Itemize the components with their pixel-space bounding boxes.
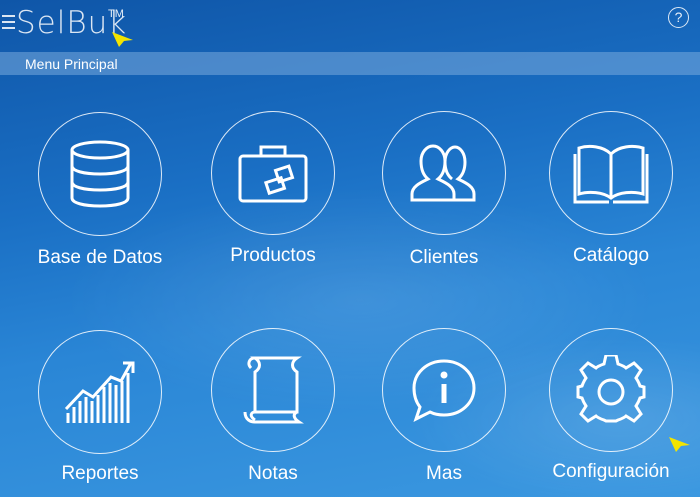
menu-tile-mas[interactable]: Mas (379, 328, 509, 484)
tile-circle[interactable] (38, 330, 162, 454)
tile-circle[interactable] (211, 328, 335, 452)
briefcase-icon (238, 145, 308, 203)
users-icon (410, 144, 476, 202)
menu-tile-label: Productos (230, 245, 316, 266)
scroll-icon (243, 356, 304, 424)
help-button[interactable]: ? (668, 7, 689, 28)
book-icon (573, 144, 649, 204)
menu-tile-label: Notas (248, 463, 298, 484)
menu-tile-label: Mas (426, 463, 462, 484)
gear-icon (576, 355, 646, 423)
menu-tile-base-de-datos[interactable]: Base de Datos (35, 112, 165, 268)
menu-tile-label: Catálogo (572, 245, 650, 266)
info-speech-icon (412, 359, 476, 422)
menu-tile-productos[interactable]: Productos (208, 111, 338, 266)
tile-circle[interactable] (382, 328, 506, 452)
tile-circle[interactable] (549, 111, 673, 235)
menu-tile-clientes[interactable]: Clientes (379, 111, 509, 268)
top-bar: SelBuk TM ? (0, 0, 700, 48)
menu-tile-label: Base de Datos (37, 247, 163, 268)
trademark-mark: TM (108, 8, 124, 20)
menu-principal-bar: Menu Principal (0, 52, 700, 75)
cursor-arrow-icon (669, 437, 690, 452)
menu-tile-label: Configuración (552, 461, 670, 482)
database-icon (70, 140, 130, 208)
tile-circle[interactable] (211, 111, 335, 235)
tile-circle[interactable] (382, 111, 506, 235)
menu-tile-configuracion[interactable]: Configuración (546, 328, 676, 482)
menu-tile-label: Reportes (61, 463, 139, 484)
cursor-arrow-icon (112, 32, 133, 47)
tile-circle[interactable] (38, 112, 162, 236)
chart-icon (64, 361, 135, 423)
menu-tile-reportes[interactable]: Reportes (35, 330, 165, 484)
menu-tile-label: Clientes (409, 247, 479, 268)
page-title: Menu Principal (25, 56, 118, 72)
hamburger-menu-icon[interactable] (2, 11, 15, 33)
tile-circle[interactable] (549, 328, 673, 452)
menu-tile-catalogo[interactable]: Catálogo (546, 111, 676, 266)
menu-tile-notas[interactable]: Notas (208, 328, 338, 484)
